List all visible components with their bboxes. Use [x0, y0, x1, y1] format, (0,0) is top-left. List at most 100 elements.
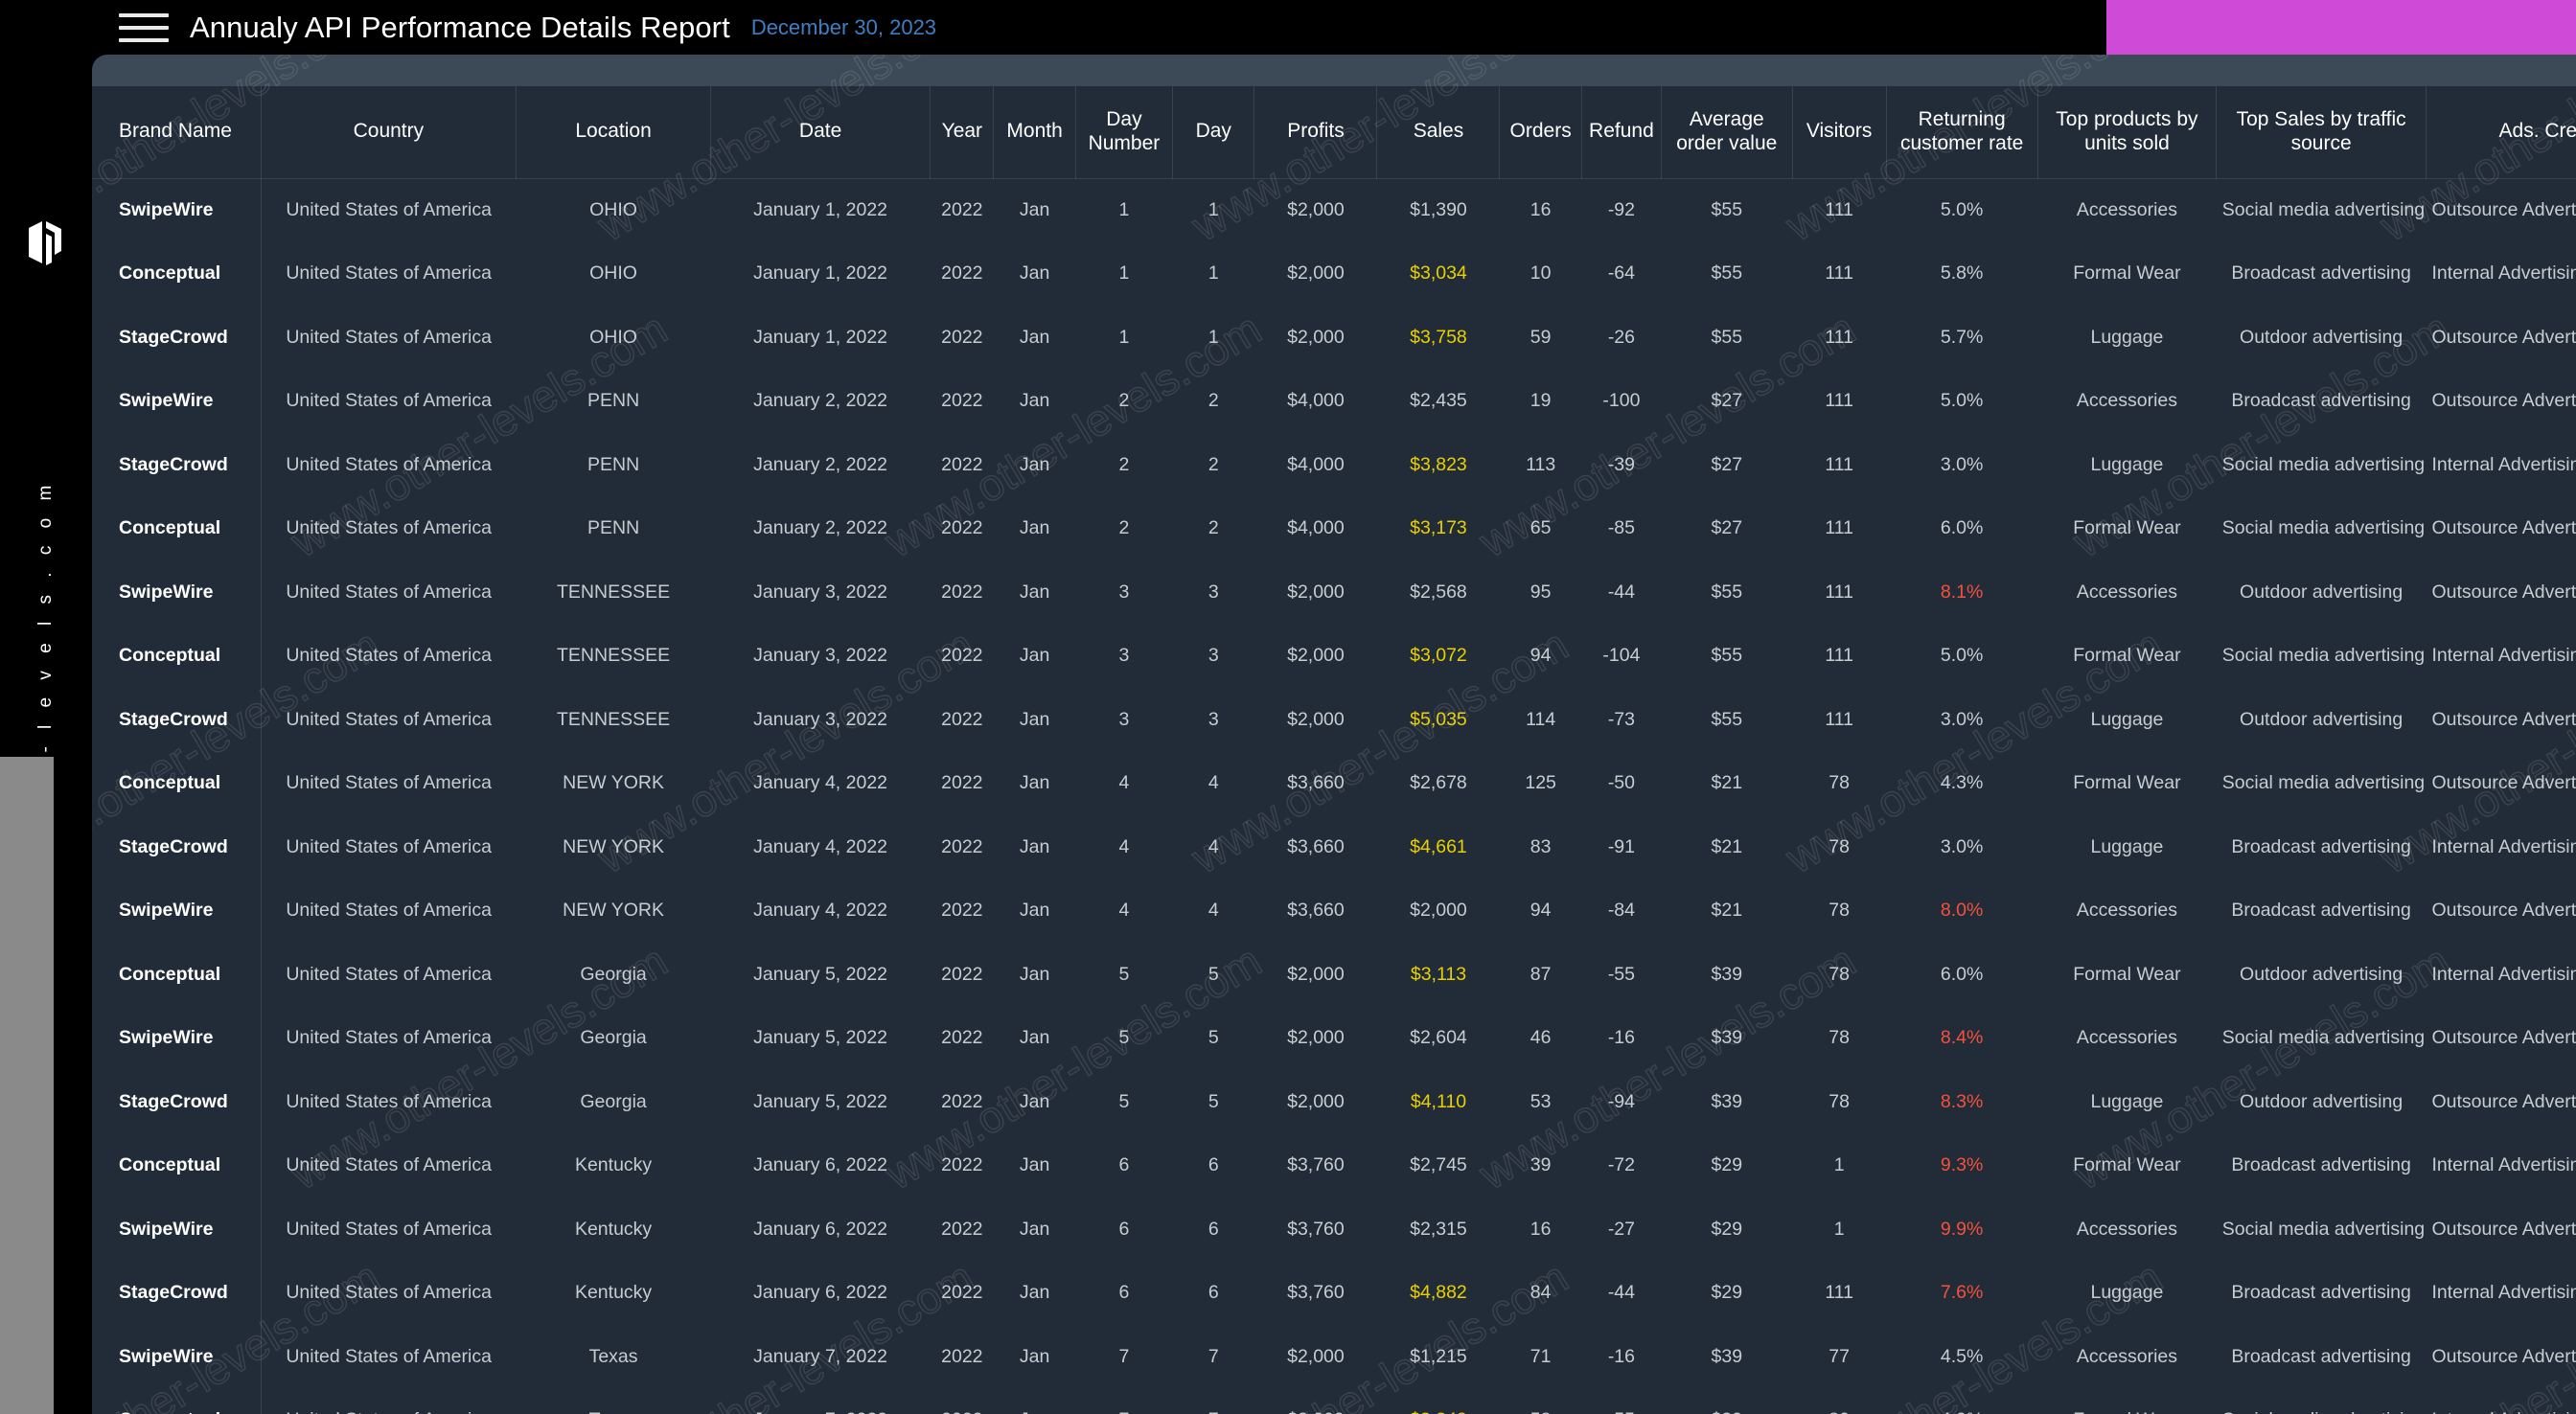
column-header-top-products-by-units-sold[interactable]: Top products by units sold	[2037, 86, 2217, 178]
cell-refund: -72	[1581, 1134, 1661, 1198]
column-header-year[interactable]: Year	[931, 86, 994, 178]
cell-profits: $2,000	[1254, 560, 1377, 625]
column-header-average-order-value[interactable]: Average order value	[1662, 86, 1793, 178]
cell-top-products-by-units-sold: Accessories	[2037, 370, 2217, 434]
column-header-ads-creator[interactable]: Ads. Creator	[2426, 86, 2576, 178]
column-header-brand-name[interactable]: Brand Name	[92, 86, 261, 178]
table-row[interactable]: SwipeWireUnited States of AmericaTENNESS…	[92, 560, 2576, 625]
cell-year: 2022	[931, 433, 994, 497]
column-header-orders[interactable]: Orders	[1500, 86, 1581, 178]
cell-date: January 4, 2022	[710, 752, 930, 816]
cell-year: 2022	[931, 688, 994, 752]
cell-location: NEW YORK	[517, 752, 711, 816]
cell-returning-customer-rate: 3.0%	[1886, 433, 2037, 497]
cell-day: 1	[1173, 178, 1254, 242]
table-row[interactable]: SwipeWireUnited States of AmericaPENNJan…	[92, 370, 2576, 434]
cell-profits: $2,000	[1254, 178, 1377, 242]
cell-ads-creator: Internal Advertising Department	[2426, 433, 2576, 497]
table-row[interactable]: ConceptualUnited States of AmericaTexasJ…	[92, 1389, 2576, 1414]
column-header-top-sales-by-traffic-source[interactable]: Top Sales by traffic source	[2217, 86, 2426, 178]
cell-location: TENNESSEE	[517, 688, 711, 752]
table-row[interactable]: ConceptualUnited States of AmericaNEW YO…	[92, 752, 2576, 816]
column-header-returning-customer-rate[interactable]: Returning customer rate	[1886, 86, 2037, 178]
cell-location: OHIO	[517, 306, 711, 370]
cell-ads-creator: Outsource Advertising agency	[2426, 560, 2576, 625]
cell-month: Jan	[994, 1070, 1075, 1134]
table-scroll-area[interactable]: Brand NameCountryLocationDateYearMonthDa…	[92, 86, 2576, 1414]
column-header-date[interactable]: Date	[710, 86, 930, 178]
cell-year: 2022	[931, 1262, 994, 1326]
table-row[interactable]: StageCrowdUnited States of AmericaNEW YO…	[92, 815, 2576, 879]
column-header-location[interactable]: Location	[517, 86, 711, 178]
cell-date: January 5, 2022	[710, 1070, 930, 1134]
cell-day-number: 3	[1075, 560, 1172, 625]
cell-ads-creator: Internal Advertising Department	[2426, 943, 2576, 1007]
cell-country: United States of America	[261, 306, 517, 370]
cell-orders: 16	[1500, 178, 1581, 242]
cell-orders: 16	[1500, 1197, 1581, 1262]
cell-year: 2022	[931, 497, 994, 561]
cell-orders: 10	[1500, 242, 1581, 307]
cell-top-sales-by-traffic-source: Broadcast advertising	[2217, 1134, 2426, 1198]
table-row[interactable]: SwipeWireUnited States of AmericaGeorgia…	[92, 1007, 2576, 1071]
cell-visitors: 78	[1792, 752, 1886, 816]
column-header-sales[interactable]: Sales	[1377, 86, 1500, 178]
column-header-visitors[interactable]: Visitors	[1792, 86, 1886, 178]
table-row[interactable]: StageCrowdUnited States of AmericaOHIOJa…	[92, 306, 2576, 370]
cell-top-products-by-units-sold: Formal Wear	[2037, 752, 2217, 816]
cell-top-products-by-units-sold: Accessories	[2037, 560, 2217, 625]
title-bar: Annualy API Performance Details Report D…	[92, 0, 2576, 55]
cell-profits: $3,660	[1254, 752, 1377, 816]
cell-brand-name: SwipeWire	[92, 1197, 261, 1262]
cell-month: Jan	[994, 242, 1075, 307]
cell-sales: $1,215	[1377, 1325, 1500, 1389]
cell-day: 6	[1173, 1197, 1254, 1262]
cell-visitors: 111	[1792, 178, 1886, 242]
hamburger-icon[interactable]	[119, 11, 169, 44]
cell-orders: 39	[1500, 1134, 1581, 1198]
table-row[interactable]: StageCrowdUnited States of AmericaTENNES…	[92, 688, 2576, 752]
cell-month: Jan	[994, 1134, 1075, 1198]
cell-average-order-value: $29	[1662, 1197, 1793, 1262]
cell-visitors: 78	[1792, 1007, 1886, 1071]
table-row[interactable]: StageCrowdUnited States of AmericaKentuc…	[92, 1262, 2576, 1326]
cell-day: 4	[1173, 815, 1254, 879]
cell-top-products-by-units-sold: Luggage	[2037, 1070, 2217, 1134]
cell-month: Jan	[994, 815, 1075, 879]
table-row[interactable]: ConceptualUnited States of AmericaPENNJa…	[92, 497, 2576, 561]
cell-profits: $2,000	[1254, 1325, 1377, 1389]
table-row[interactable]: ConceptualUnited States of AmericaKentuc…	[92, 1134, 2576, 1198]
cell-top-sales-by-traffic-source: Social media advertising	[2217, 178, 2426, 242]
column-header-month[interactable]: Month	[994, 86, 1075, 178]
column-header-country[interactable]: Country	[261, 86, 517, 178]
table-row[interactable]: SwipeWireUnited States of AmericaTexasJa…	[92, 1325, 2576, 1389]
cell-date: January 2, 2022	[710, 433, 930, 497]
table-row[interactable]: ConceptualUnited States of AmericaGeorgi…	[92, 943, 2576, 1007]
cell-profits: $4,000	[1254, 370, 1377, 434]
table-row[interactable]: StageCrowdUnited States of AmericaGeorgi…	[92, 1070, 2576, 1134]
cell-average-order-value: $21	[1662, 752, 1793, 816]
column-header-profits[interactable]: Profits	[1254, 86, 1377, 178]
table-row[interactable]: SwipeWireUnited States of AmericaOHIOJan…	[92, 178, 2576, 242]
cell-returning-customer-rate: 8.0%	[1886, 879, 2037, 944]
table-row[interactable]: ConceptualUnited States of AmericaOHIOJa…	[92, 242, 2576, 307]
cell-sales: $3,823	[1377, 433, 1500, 497]
column-header-day[interactable]: Day	[1173, 86, 1254, 178]
cell-top-sales-by-traffic-source: Outdoor advertising	[2217, 560, 2426, 625]
cell-visitors: 78	[1792, 1070, 1886, 1134]
cell-year: 2022	[931, 370, 994, 434]
cell-brand-name: SwipeWire	[92, 560, 261, 625]
cell-month: Jan	[994, 1007, 1075, 1071]
cell-year: 2022	[931, 242, 994, 307]
table-row[interactable]: ConceptualUnited States of AmericaTENNES…	[92, 625, 2576, 689]
cell-day: 7	[1173, 1325, 1254, 1389]
cell-sales: $3,072	[1377, 625, 1500, 689]
table-row[interactable]: SwipeWireUnited States of AmericaKentuck…	[92, 1197, 2576, 1262]
column-header-day-number[interactable]: Day Number	[1075, 86, 1172, 178]
table-row[interactable]: SwipeWireUnited States of AmericaNEW YOR…	[92, 879, 2576, 944]
cell-ads-creator: Internal Advertising Department	[2426, 242, 2576, 307]
table-row[interactable]: StageCrowdUnited States of AmericaPENNJa…	[92, 433, 2576, 497]
column-header-refund[interactable]: Refund	[1581, 86, 1661, 178]
cell-visitors: 77	[1792, 1325, 1886, 1389]
cell-sales: $2,315	[1377, 1197, 1500, 1262]
